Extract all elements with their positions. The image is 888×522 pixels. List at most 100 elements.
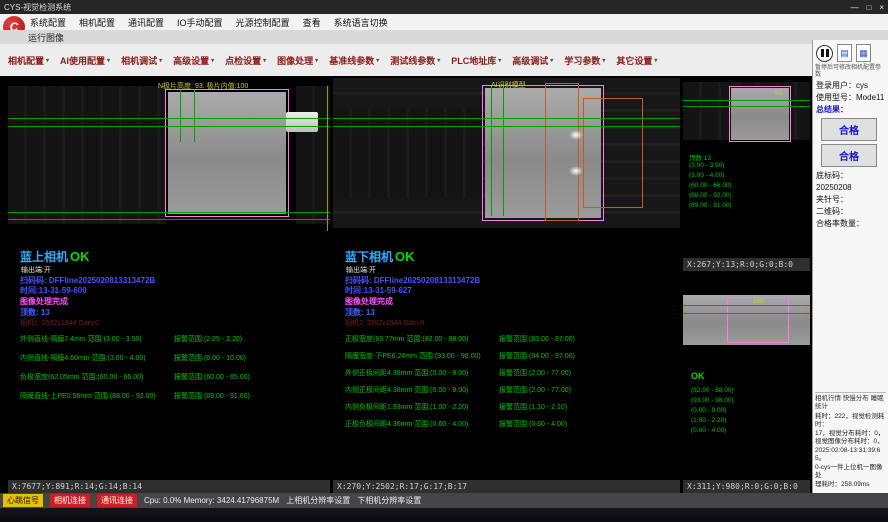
model-label: 使用型号：: [816, 93, 856, 102]
preview2-pixel-readout: X:311;Y:980;R:0;G:0;B:0: [687, 482, 798, 491]
cam1-top-label: N极片高度: 93. 极片内值:100: [158, 81, 248, 91]
toolbar-item-camera-debug[interactable]: 相机调试▾: [121, 54, 162, 67]
minimize-button[interactable]: —: [850, 3, 858, 12]
toolbar-item-ai-config[interactable]: AI使用配置▾: [60, 54, 110, 67]
upper-camera-resolution-label[interactable]: 上相机分辨率设置: [286, 495, 350, 506]
chevron-down-icon: ▾: [602, 57, 605, 64]
preview1-text-line: (60.00 - 66.00): [689, 182, 732, 189]
preview1-text-line: (89.00 - 91.00): [689, 202, 732, 209]
save-image-button[interactable]: ▤: [837, 44, 852, 62]
measurement-value: 隔膜直线-上PE0.56mm 范围:(88.00 - 92.00): [20, 391, 170, 401]
tab-run-image[interactable]: 运行图像: [28, 31, 64, 44]
chevron-down-icon: ▾: [46, 57, 49, 64]
measurement-value: 外侧直线-隔膜7.4mm 范围:(3.00 - 3.50): [20, 334, 170, 344]
measurement-value: 内侧负极间距1.93mm 范围:(1.00 - 2.20): [345, 402, 495, 412]
heartbeat-status-badge: 心跳信号: [3, 494, 43, 507]
toolbar-item-advanced-settings[interactable]: 高级设置▾: [173, 54, 214, 67]
total-result-label: 总结果：: [813, 104, 888, 116]
green-guide-line: [683, 100, 810, 101]
preview2-part-label: 100: [753, 299, 763, 305]
statistics-line: 耗时：222，视觉检测耗时：: [815, 413, 886, 430]
menu-item-camera-config[interactable]: 相机配置: [79, 16, 115, 29]
green-guide-line: [683, 106, 810, 107]
bottom-status-bar: 心跳信号 相机连接 通讯连接 Cpu: 0.0% Memory: 3424.41…: [0, 493, 888, 508]
statistics-line: 0-cys一件上位机一图像处: [815, 464, 886, 481]
measurement-alarm: 报警范围:(2.25 - 3.20): [174, 334, 242, 344]
chevron-down-icon: ▾: [211, 57, 214, 64]
roi-outline: [165, 89, 289, 217]
menu-item-system-config[interactable]: 系统配置: [30, 16, 66, 29]
machinery-texture: [8, 86, 166, 224]
pause-button[interactable]: [816, 45, 833, 62]
ok-status: OK: [395, 249, 415, 264]
config-toolbar: 相机配置▾ AI使用配置▾ 相机调试▾ 高级设置▾ 点检设置▾ 图像处理▾ 基准…: [0, 44, 812, 76]
chevron-down-icon: ▾: [550, 57, 553, 64]
preview1-text-line: (88.00 - 92.00): [689, 192, 732, 199]
part-connector: [286, 112, 318, 132]
chevron-down-icon: ▾: [263, 57, 266, 64]
close-button[interactable]: ×: [879, 3, 884, 12]
menu-item-io-manual-config[interactable]: IO手动配置: [177, 16, 223, 29]
result-box-1: 合格: [821, 118, 877, 141]
cam2-result-title: 蓝下相机OK: [345, 248, 415, 266]
measurement-row: 外侧直线-隔膜7.4mm 范围:(3.00 - 3.50) 报警范围:(2.25 …: [20, 334, 328, 344]
camera1-view[interactable]: N极片高度: 93. 极片内值:100 蓝上相机OK 输出端:开 扫码码: DF…: [8, 78, 330, 480]
measurement-value: 负极宽度(62.05mm 范围:(60.00 - 66.00): [20, 372, 170, 382]
measurement-row: 内侧负极间距1.93mm 范围:(1.00 - 2.20)报警范围:(1.10 …: [345, 402, 678, 412]
measurement-row: 正极宽度(63.77mm 范围:(82.00 - 88.00)报警范围:(83.…: [345, 334, 678, 344]
camera2-pixel-readout: X:270;Y:2502;R:17;G:17;B:17: [337, 482, 467, 491]
preview2-view[interactable]: 100 OK (82.00 - 88.00) (93.00 - 98.00) (…: [683, 273, 810, 480]
measurement-row: 内侧直线-隔膜4.60mm 范围:(3.00 - 4.00) 报警范围:(6.00…: [20, 353, 328, 363]
needle-label: 夹针号：: [813, 194, 888, 206]
chevron-down-icon: ▾: [315, 57, 318, 64]
cam1-result-title: 蓝上相机OK: [20, 248, 90, 266]
toolbar-item-spot-check[interactable]: 点检设置▾: [225, 54, 266, 67]
measurement-alarm: 报警范围:(2.00 - 77.00): [499, 385, 571, 395]
title-bar: CYS-视觉检测系统 — □ ×: [0, 0, 888, 14]
toolbar-item-plc-address[interactable]: PLC地址库▾: [451, 54, 501, 67]
camera2-view[interactable]: AI识别模型 蓝下相机OK 输出端:开 扫码码: DFFline20250208…: [333, 78, 680, 480]
maximize-button[interactable]: □: [866, 3, 871, 12]
toolbar-item-other-settings[interactable]: 其它设置▾: [616, 54, 657, 67]
preview2-text-line: (1.00 - 2.20): [691, 417, 726, 424]
toolbar-item-testline-params[interactable]: 测试线参数▾: [390, 54, 440, 67]
toolbar-item-advanced-debug[interactable]: 高级调试▾: [512, 54, 553, 67]
menu-item-comm-config[interactable]: 通讯配置: [128, 16, 164, 29]
side-panel-tip: 暂停后可修改相机配置参数: [813, 64, 888, 80]
toolbar-item-baseline-params[interactable]: 基准线参数▾: [329, 54, 379, 67]
base-code-value: 20250208: [813, 182, 888, 194]
camera1-pixel-readout: X:7677;Y:891;R:14;G:14;B:14: [12, 482, 142, 491]
preview2-ok-status: OK: [691, 371, 705, 381]
bottom-strip: [0, 508, 888, 522]
lower-camera-resolution-label[interactable]: 下相机分辨率设置: [357, 495, 421, 506]
menu-item-view[interactable]: 查看: [303, 16, 321, 29]
toolbar-item-image-processing[interactable]: 图像处理▾: [277, 54, 318, 67]
preview1-part-label: 93: [775, 90, 782, 96]
statistics-line: 理耗时：258.09ms: [815, 481, 886, 490]
camera-connection-badge: 相机连接: [50, 494, 90, 507]
view-image-button[interactable]: ▦: [856, 44, 871, 62]
reflection-glare: [569, 166, 583, 176]
toolbar-item-learning-params[interactable]: 学习参数▾: [564, 54, 605, 67]
measurement-value: 外侧正极间距4.38mm 范围:(0.00 - 9.00): [345, 368, 495, 378]
result-box-2: 合格: [821, 144, 877, 167]
measurement-row: 外侧正极间距4.38mm 范围:(0.00 - 9.00)报警范围:(2.00 …: [345, 368, 678, 378]
measurement-value: 内侧直线-隔膜4.60mm 范围:(3.00 - 4.00): [20, 353, 170, 363]
green-guide-line-vertical: [194, 90, 195, 142]
green-guide-line: [333, 126, 680, 127]
measurement-row: 内侧正极间距4.38mm 范围:(0.00 - 9.00)报警范围:(2.00 …: [345, 385, 678, 395]
reflection-glare: [569, 130, 583, 140]
cam2-output-state: 输出端:开: [346, 265, 376, 275]
pause-icon: [821, 49, 824, 57]
measurement-alarm: 报警范围:(6.00 - 10.00): [174, 353, 246, 363]
menu-item-language-switch[interactable]: 系统语言切换: [334, 16, 388, 29]
preview1-view[interactable]: 93 顶数:13 (3.00 - 3.50) (3.00 - 4.00) (60…: [683, 78, 810, 258]
ai-roi-outline: [545, 83, 579, 221]
chevron-down-icon: ▾: [437, 57, 440, 64]
menu-bar: 系统配置 相机配置 通讯配置 IO手动配置 光源控制配置 查看 系统语言切换: [0, 14, 888, 30]
green-guide-line: [8, 212, 330, 213]
green-guide-line: [683, 313, 810, 314]
menu-item-light-control-config[interactable]: 光源控制配置: [236, 16, 290, 29]
toolbar-item-camera-config[interactable]: 相机配置▾: [8, 54, 49, 67]
statistics-block: 相机行情 快慢分布 睡眠统计 耗时：222，视觉检测耗时： 17，视觉分布耗时：…: [815, 392, 886, 490]
